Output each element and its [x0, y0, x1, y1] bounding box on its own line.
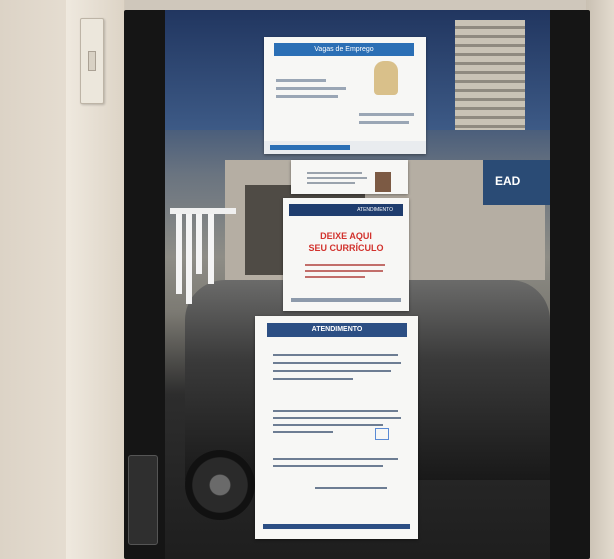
tear-off-strips	[170, 208, 236, 308]
light-switch	[80, 18, 104, 104]
id-card-flyer	[291, 160, 408, 194]
text-line	[307, 182, 355, 184]
strip	[208, 214, 214, 284]
headline-line-2: SEU CURRÍCULO	[308, 243, 384, 253]
street-sign-text: EAD	[495, 174, 521, 188]
text-line	[273, 410, 398, 412]
id-photo	[375, 172, 391, 192]
text-line	[276, 79, 326, 82]
text-line	[315, 487, 387, 489]
resume-flyer-header: ATENDIMENTO	[289, 204, 403, 216]
text-line	[273, 465, 383, 467]
reflected-building	[455, 20, 525, 130]
attendance-header: ATENDIMENTO	[267, 323, 407, 337]
text-line	[307, 172, 362, 174]
door-handle[interactable]	[128, 455, 158, 545]
attendance-notice-flyer: ATENDIMENTO	[255, 316, 418, 539]
text-line	[273, 458, 398, 460]
text-line	[305, 270, 383, 272]
reflected-street-sign: EAD	[483, 160, 550, 205]
right-wall	[586, 0, 614, 559]
text-line	[307, 177, 367, 179]
footer-bar	[270, 145, 350, 150]
text-line	[273, 370, 391, 372]
text-line	[273, 378, 353, 380]
resume-flyer-headline: DEIXE AQUI SEU CURRÍCULO	[291, 230, 401, 254]
text-line	[273, 431, 333, 433]
text-line	[273, 354, 398, 356]
strip	[176, 214, 182, 294]
cart-icon	[375, 428, 389, 440]
text-line	[276, 95, 338, 98]
headline-line-1: DEIXE AQUI	[320, 231, 372, 241]
text-line	[359, 121, 409, 124]
text-line	[273, 417, 401, 419]
strip	[186, 214, 192, 304]
text-line	[273, 424, 383, 426]
cartoon-figure-icon	[374, 61, 398, 95]
text-line	[273, 362, 401, 364]
strip	[196, 214, 202, 274]
resume-drop-flyer: ATENDIMENTO DEIXE AQUI SEU CURRÍCULO	[283, 198, 409, 311]
job-flyer-footer	[264, 141, 426, 154]
switch-toggle	[88, 51, 96, 71]
text-line	[305, 264, 385, 266]
job-flyer-header: Vagas de Emprego	[274, 43, 414, 56]
reflected-wheel	[185, 450, 255, 520]
job-vacancy-flyer: Vagas de Emprego	[264, 37, 426, 154]
resume-flyer-footer	[291, 298, 401, 302]
text-line	[305, 276, 365, 278]
text-line	[276, 87, 346, 90]
text-line	[359, 113, 414, 116]
storefront-door-photo: EAD Vagas de Emprego ATENDIMENTO DEIXE A…	[0, 0, 614, 559]
attendance-footer	[263, 524, 410, 529]
